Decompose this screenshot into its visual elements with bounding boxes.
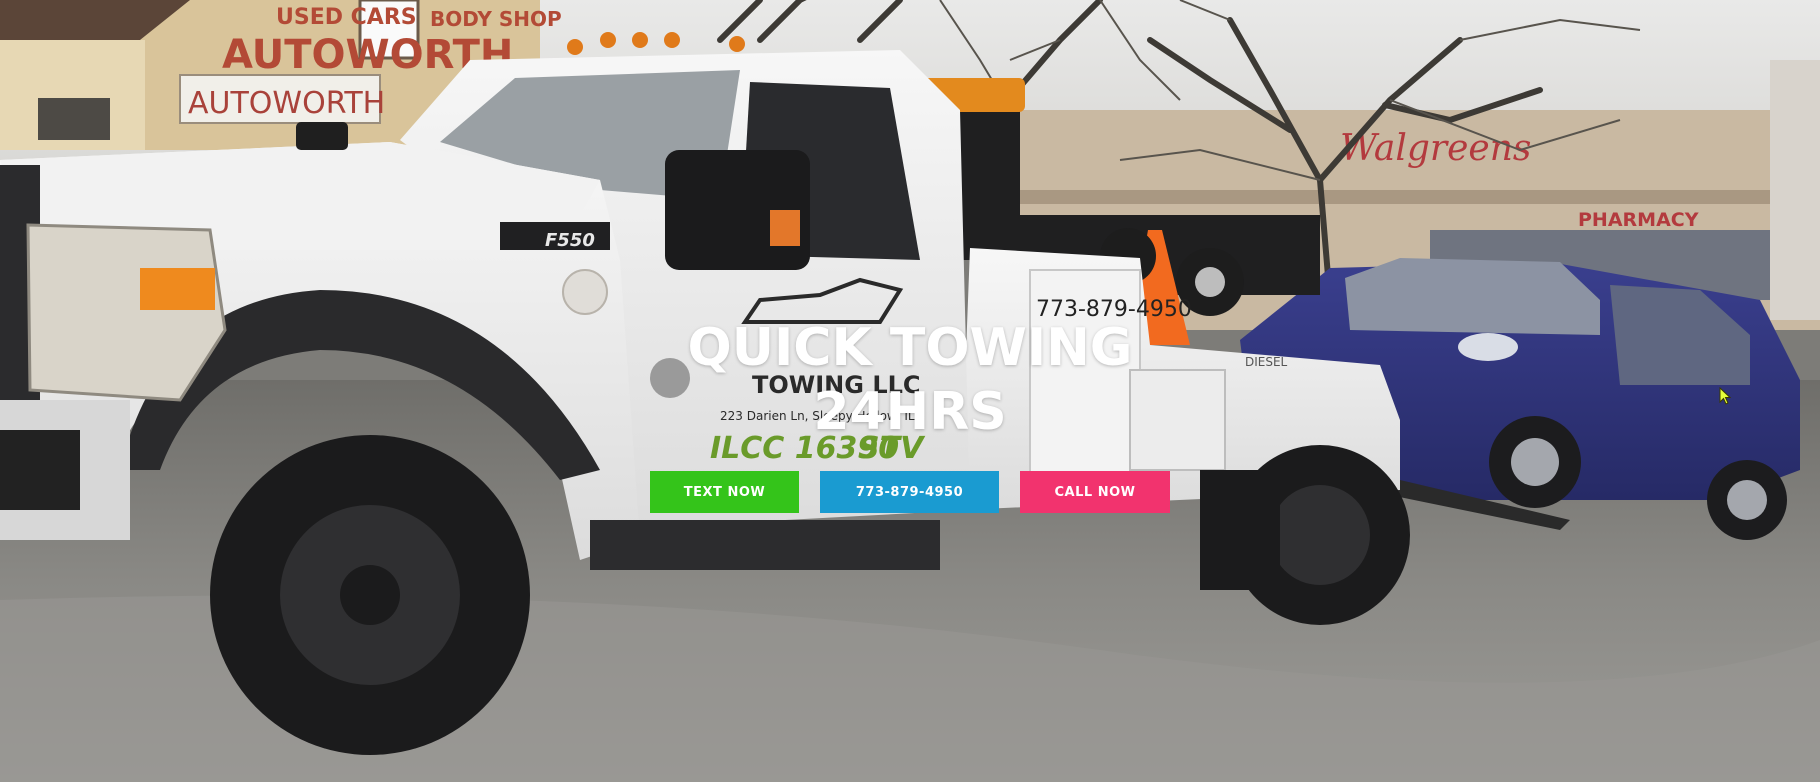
- mouse-cursor-icon: [1719, 387, 1731, 405]
- svg-text:PHARMACY: PHARMACY: [1578, 209, 1699, 231]
- hero-section: AUTOWORTH AUTOWORTH USED CARS BODY SHOP …: [0, 0, 1820, 782]
- cta-button-row: TEXT NOW 773-879-4950 CALL NOW: [0, 471, 1820, 513]
- svg-text:USED CARS: USED CARS: [276, 5, 417, 30]
- svg-text:F550: F550: [545, 230, 595, 251]
- svg-text:AUTOWORTH: AUTOWORTH: [188, 86, 385, 121]
- hero-headline: QUICK TOWING: [687, 318, 1133, 378]
- svg-text:Walgreens: Walgreens: [1340, 128, 1531, 169]
- phone-number-button[interactable]: 773-879-4950: [820, 471, 999, 513]
- call-now-button[interactable]: CALL NOW: [1020, 471, 1170, 513]
- svg-text:BODY SHOP: BODY SHOP: [430, 7, 562, 31]
- hero-subheadline: 24HRS: [813, 382, 1007, 442]
- text-now-button[interactable]: TEXT NOW: [650, 471, 799, 513]
